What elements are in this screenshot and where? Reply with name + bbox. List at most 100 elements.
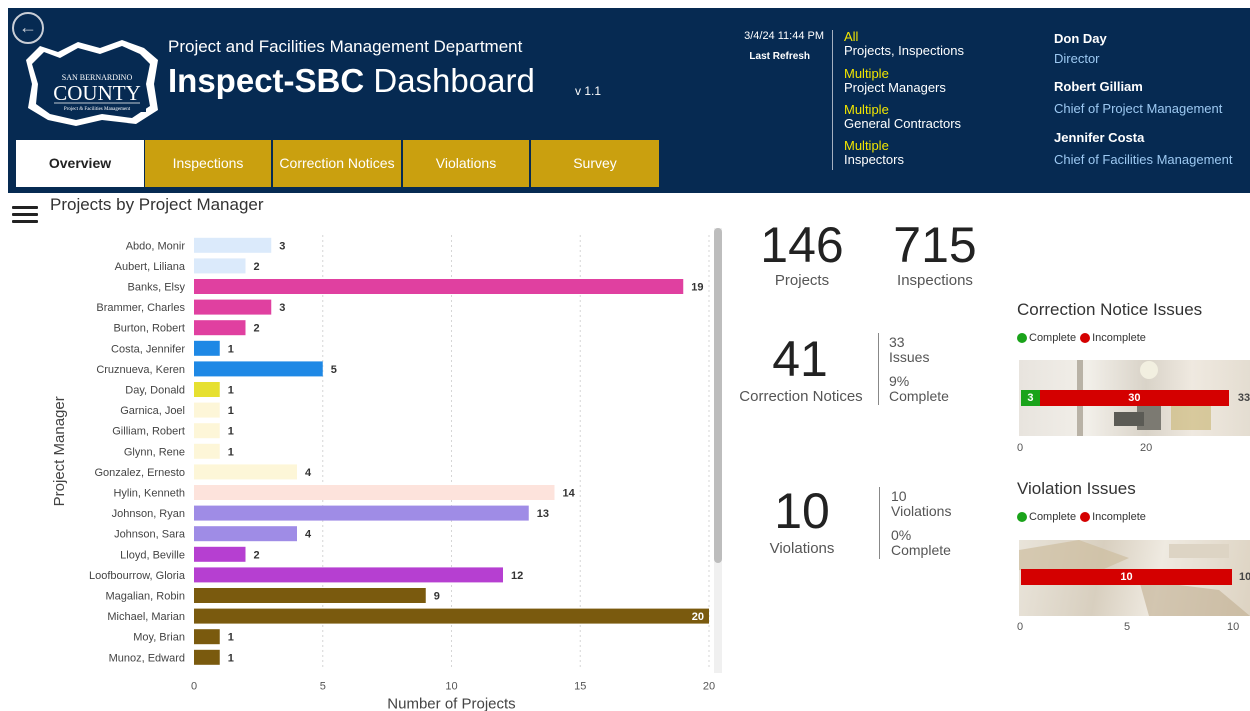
- person-name: Don Day: [1054, 31, 1107, 46]
- bar: [194, 567, 503, 583]
- category-label: Michael, Marian: [107, 611, 185, 623]
- incomplete-segment: 30: [1039, 390, 1229, 406]
- bar: [194, 526, 297, 542]
- tab-correction-notices[interactable]: Correction Notices: [273, 140, 401, 187]
- inspections-label: Inspections: [897, 272, 973, 289]
- bar: [194, 340, 220, 356]
- data-label: 3: [279, 240, 285, 252]
- bar: [194, 443, 220, 459]
- x-tick-label: 15: [574, 681, 586, 693]
- version-label: v 1.1: [575, 84, 602, 98]
- category-label: Garnica, Joel: [120, 405, 185, 417]
- bar: [194, 546, 246, 562]
- tab-survey[interactable]: Survey: [531, 140, 659, 187]
- category-label: Moy, Brian: [133, 632, 185, 644]
- data-label: 1: [228, 632, 234, 644]
- county-logo: SAN BERNARDINO COUNTY Project & Faciliti…: [26, 40, 158, 126]
- data-label: 3: [279, 302, 285, 314]
- violations-label: Violations: [769, 540, 835, 557]
- filter-inspectors[interactable]: Multiple Inspectors: [844, 139, 904, 167]
- chart-scrollbar[interactable]: [714, 228, 722, 673]
- bar: [194, 505, 529, 521]
- axis-tick: 10: [1227, 621, 1240, 633]
- bar: [194, 423, 220, 439]
- filter-general-contractors[interactable]: Multiple General Contractors: [844, 103, 961, 131]
- category-label: Johnson, Sara: [114, 529, 186, 541]
- correction-notices-count: 41: [772, 331, 828, 387]
- axis-tick: 20: [1140, 442, 1153, 454]
- page-title: Inspect-SBC Dashboard: [168, 62, 535, 99]
- complete-dot-icon: [1017, 333, 1027, 343]
- dashboard-header: ← SAN BERNARDINO COUNTY Project & Facili…: [8, 8, 1250, 193]
- projects-label: Projects: [774, 272, 830, 289]
- data-label: 20: [692, 611, 704, 623]
- data-label: 4: [305, 467, 312, 479]
- person-role: Chief of Project Management: [1054, 101, 1223, 116]
- bar: [194, 382, 220, 397]
- complete-segment: 3: [1021, 390, 1040, 406]
- data-label: 1: [228, 385, 234, 397]
- category-label: Hylin, Kenneth: [113, 488, 185, 500]
- data-label: 1: [228, 652, 234, 664]
- scroll-thumb[interactable]: [714, 228, 722, 563]
- segment-total-label: 10: [1239, 571, 1250, 583]
- category-label: Banks, Elsy: [128, 282, 186, 294]
- person-role: Director: [1054, 51, 1100, 66]
- bar: [194, 485, 555, 500]
- axis-tick: 0: [1017, 442, 1024, 454]
- data-label: 2: [254, 323, 260, 335]
- tab-overview[interactable]: Overview: [16, 140, 144, 187]
- data-label: 9: [434, 591, 440, 603]
- bar: [194, 237, 272, 253]
- category-label: Magalian, Robin: [106, 591, 186, 603]
- tab-violations[interactable]: Violations: [403, 140, 529, 187]
- svg-text:Project & Facilities Managemen: Project & Facilities Management: [64, 107, 131, 112]
- filter-projects[interactable]: All Projects, Inspections: [844, 30, 964, 58]
- category-label: Brammer, Charles: [96, 302, 185, 314]
- category-label: Aubert, Liliana: [115, 261, 186, 273]
- data-label: 2: [254, 549, 260, 561]
- category-label: Costa, Jennifer: [111, 343, 185, 355]
- data-label: 5: [331, 364, 337, 376]
- filter-divider: [832, 30, 833, 170]
- data-label: 12: [511, 570, 523, 582]
- bar: [194, 299, 272, 315]
- bar: [194, 402, 220, 418]
- category-label: Glynn, Rene: [124, 446, 185, 458]
- category-label: Gonzalez, Ernesto: [95, 467, 186, 479]
- category-label: Munoz, Edward: [109, 652, 185, 664]
- data-label: 4: [305, 529, 312, 541]
- tab-inspections[interactable]: Inspections: [145, 140, 271, 187]
- kpi-divider: [878, 333, 879, 405]
- axis-tick: 5: [1124, 621, 1131, 633]
- incomplete-dot-icon: [1080, 333, 1091, 343]
- category-label: Day, Donald: [125, 385, 185, 397]
- x-tick-label: 20: [703, 681, 715, 693]
- data-label: 1: [228, 405, 234, 417]
- correction-issues-legend: Complete Incomplete: [1017, 332, 1146, 344]
- x-tick-label: 0: [191, 681, 197, 693]
- data-label: 1: [228, 446, 234, 458]
- svg-text:COUNTY: COUNTY: [53, 81, 141, 105]
- filter-project-managers[interactable]: Multiple Project Managers: [844, 67, 946, 95]
- violations-count-summary: 10 Violations: [891, 488, 952, 519]
- data-label: 14: [563, 488, 576, 500]
- y-axis-label: Project Manager: [51, 396, 68, 506]
- refresh-timestamp: 3/4/24 11:44 PM: [744, 30, 824, 42]
- department-name: Project and Facilities Management Depart…: [168, 37, 523, 56]
- correction-notices-label: Correction Notices: [739, 388, 863, 405]
- bar: [194, 608, 709, 624]
- x-tick-label: 10: [445, 681, 457, 693]
- bar: [194, 588, 426, 603]
- correction-issues-summary: 33 Issues: [889, 334, 930, 365]
- menu-icon[interactable]: [12, 206, 38, 226]
- data-label: 2: [254, 261, 260, 273]
- bar: [194, 320, 246, 336]
- category-label: Burton, Robert: [113, 323, 185, 335]
- bar: [194, 629, 220, 645]
- chart-title: Projects by Project Manager: [50, 195, 264, 214]
- kpi-divider: [879, 487, 880, 559]
- violations-complete-summary: 0% Complete: [891, 527, 951, 558]
- projects-bar-chart: 0 5 10 15 20Abdo, Monir 3Aubert, Liliana 2Bank…: [51, 235, 715, 711]
- refresh-label: Last Refresh: [749, 51, 810, 62]
